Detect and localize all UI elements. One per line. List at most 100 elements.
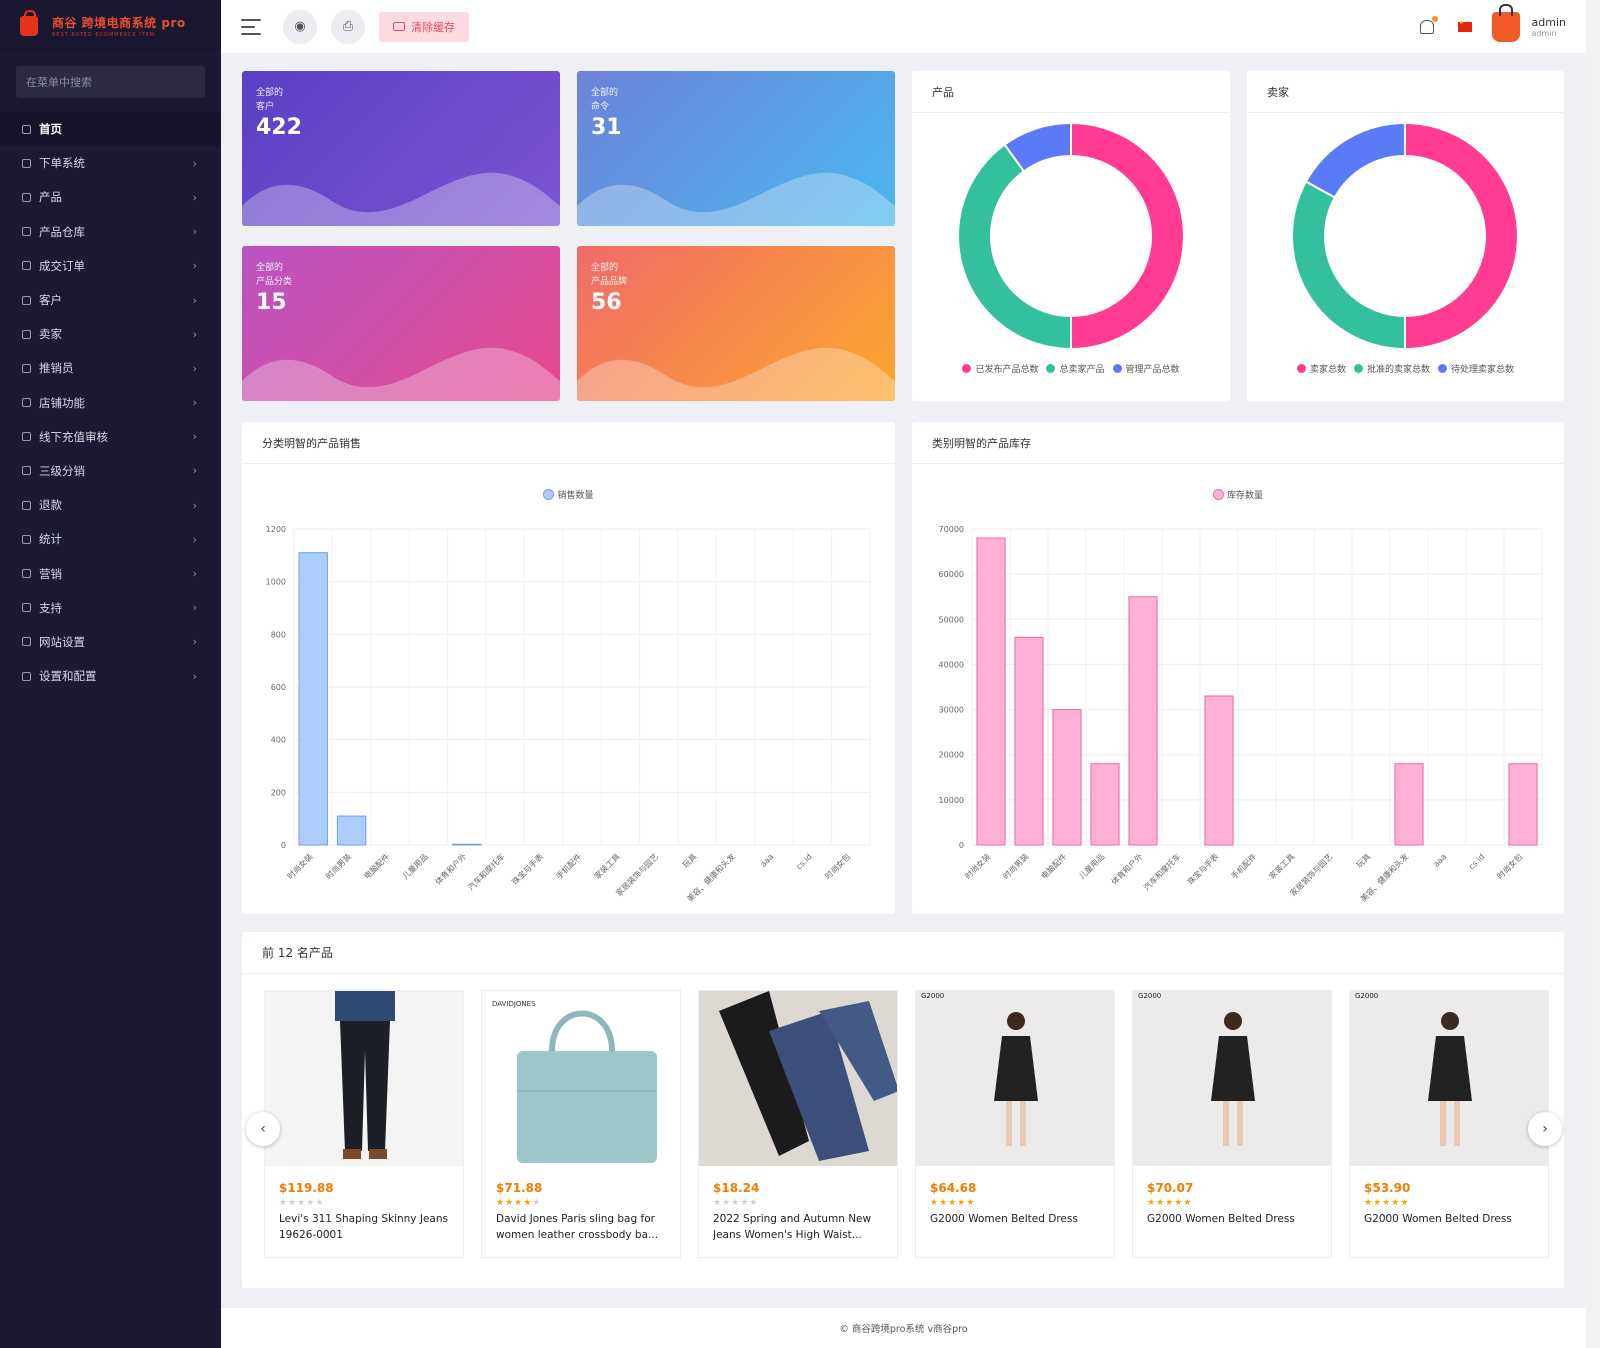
sidebar-item-label: 统计 xyxy=(39,532,62,547)
bar[interactable] xyxy=(976,537,1006,846)
product-name[interactable]: David Jones Paris sling bag for women le… xyxy=(496,1211,666,1243)
sales-bar-chart: 0 200 400 600 800 1000 1200 时尚女装 时尚男装 电脑配件 儿童用品 体育和… xyxy=(266,525,871,904)
stock-legend[interactable]: 库存数量 xyxy=(912,488,1564,501)
sales-legend[interactable]: 销售数量 xyxy=(242,488,895,501)
sidebar-item[interactable]: 支持 › xyxy=(0,591,221,625)
legend-item[interactable]: 待处理卖家总数 xyxy=(1438,362,1514,375)
sidebar-item[interactable]: 三级分销 › xyxy=(0,454,221,488)
product-card[interactable]: G2000 $53.90 ★★★★★ G2000 Women Belted Dr… xyxy=(1349,990,1549,1258)
clear-cache-button[interactable]: 清除缓存 xyxy=(379,11,469,42)
product-image[interactable] xyxy=(699,991,897,1166)
sidebar-item[interactable]: 产品仓库 › xyxy=(0,215,221,249)
products-donut-chart xyxy=(957,121,1185,351)
home-icon xyxy=(22,124,31,134)
product-image[interactable]: DAVIDJONES xyxy=(482,991,680,1166)
sidebar-item[interactable]: 网站设置 › xyxy=(0,625,221,659)
print-button[interactable]: ⎙ xyxy=(331,9,365,44)
globe-icon: ◉ xyxy=(294,19,306,34)
sidebar-menu: 首页 下单系统 › 产品 › 产品仓库 › 成交订单 › 客户 › 卖家 › 推销员 › 店铺… xyxy=(0,112,221,693)
sidebar-item[interactable]: 推销员 › xyxy=(0,351,221,385)
product-image[interactable]: G2000 xyxy=(1133,991,1331,1166)
sidebar-item[interactable]: 退款 › xyxy=(0,488,221,522)
y-tick-label: 10000 xyxy=(939,796,964,805)
stat-card-orders: 全部的 命令 31 xyxy=(577,71,895,226)
product-name[interactable]: G2000 Women Belted Dress xyxy=(1364,1211,1534,1243)
y-tick-label: 1000 xyxy=(266,578,286,587)
carousel-prev-button[interactable]: ‹ xyxy=(246,1112,280,1146)
donut-slice[interactable] xyxy=(1291,180,1406,351)
x-tick-label: 汽车和摩托车 xyxy=(466,851,507,892)
stat-label-line1: 全部的 xyxy=(256,88,284,98)
bar[interactable] xyxy=(1204,695,1234,846)
bar[interactable] xyxy=(1394,763,1424,846)
user-menu[interactable]: admin admin xyxy=(1532,16,1566,38)
product-image[interactable]: G2000 xyxy=(1350,991,1548,1166)
product-card[interactable]: $119.88 ★★★★★ Levi's 311 Shaping Skinny … xyxy=(264,990,464,1258)
legend-item[interactable]: 管理产品总数 xyxy=(1112,362,1180,375)
bar[interactable] xyxy=(1052,709,1082,846)
legend-item[interactable]: 批准的卖家总数 xyxy=(1353,362,1430,375)
donut-slice[interactable] xyxy=(957,143,1072,351)
china-flag-icon[interactable] xyxy=(1457,19,1472,32)
legend-item[interactable]: 卖家总数 xyxy=(1296,362,1346,375)
stat-value: 56 xyxy=(591,290,622,315)
product-card[interactable]: $18.24 ★★★★★ 2022 Spring and Autumn New … xyxy=(698,990,898,1258)
bar[interactable] xyxy=(1014,636,1044,846)
stat-label-line2: 产品分类 xyxy=(256,277,293,287)
sidebar-item[interactable]: 统计 › xyxy=(0,522,221,556)
bar[interactable] xyxy=(336,815,367,846)
sidebar-item[interactable]: 卖家 › xyxy=(0,317,221,351)
chevron-right-icon: › xyxy=(192,190,197,204)
sidebar-item[interactable]: 产品 › xyxy=(0,180,221,214)
donut-slice[interactable] xyxy=(1304,121,1406,199)
bar[interactable] xyxy=(452,843,482,846)
stat-card-customers: 全部的 客户 422 xyxy=(242,71,560,226)
donut-slice[interactable] xyxy=(1404,121,1519,351)
donut-slice[interactable] xyxy=(1070,121,1185,351)
legend-item[interactable]: 已发布产品总数 xyxy=(962,362,1038,375)
sidebar-item[interactable]: 首页 xyxy=(0,112,221,147)
page-scrollbar[interactable] xyxy=(1586,0,1600,1348)
y-tick-label: 20000 xyxy=(939,751,964,760)
product-image[interactable]: G2000 xyxy=(916,991,1114,1166)
product-card[interactable]: DAVIDJONES $71.88 ★★★★★ David Jones Pari… xyxy=(481,990,681,1258)
sidebar-item[interactable]: 线下充值审核 › xyxy=(0,420,221,454)
legend-label: 已发布产品总数 xyxy=(975,365,1039,375)
sidebar-item[interactable]: 客户 › xyxy=(0,283,221,317)
sidebar-item[interactable]: 店铺功能 › xyxy=(0,386,221,420)
chevron-right-icon: › xyxy=(192,396,197,410)
sidebar-item[interactable]: 设置和配置 › xyxy=(0,659,221,693)
product-name[interactable]: 2022 Spring and Autumn New Jeans Women's… xyxy=(713,1211,883,1243)
product-name[interactable]: G2000 Women Belted Dress xyxy=(1147,1211,1317,1243)
sidebar-item[interactable]: 成交订单 › xyxy=(0,249,221,283)
hamburger-menu-icon[interactable] xyxy=(241,18,261,35)
carousel-next-button[interactable]: › xyxy=(1528,1112,1562,1146)
cart-icon xyxy=(22,192,31,202)
bar[interactable] xyxy=(1128,596,1158,846)
sidebar-item[interactable]: 下单系统 › xyxy=(0,146,221,180)
product-image[interactable] xyxy=(265,991,463,1166)
x-tick-label: 时尚女装 xyxy=(963,851,993,881)
bar[interactable] xyxy=(1508,763,1538,846)
bar[interactable] xyxy=(1090,763,1120,846)
megaphone-icon xyxy=(22,569,31,579)
stat-card-brands: 全部的 产品品牌 56 xyxy=(577,246,895,401)
menu-search-input[interactable]: 在菜单中搜索 xyxy=(16,66,205,98)
legend-item[interactable]: 总卖家产品 xyxy=(1046,362,1105,375)
sales-bar-panel: 分类明智的产品销售 销售数量 0 200 400 600 800 1000 1200 时尚女装… xyxy=(242,422,895,914)
bar[interactable] xyxy=(298,552,328,846)
notification-bell-icon[interactable] xyxy=(1419,15,1438,34)
product-name[interactable]: Levi's 311 Shaping Skinny Jeans 19626-00… xyxy=(279,1211,449,1243)
brand[interactable]: 商谷 跨境电商系统 pro BEST RATED ECOMMERCE ITEM xyxy=(0,0,221,52)
wave-decoration xyxy=(242,347,560,401)
svg-text:G2000: G2000 xyxy=(1138,992,1161,1000)
product-card[interactable]: G2000 $70.07 ★★★★★ G2000 Women Belted Dr… xyxy=(1132,990,1332,1258)
x-tick-label: aaa xyxy=(759,852,776,869)
y-tick-label: 40000 xyxy=(939,660,964,669)
sidebar-item[interactable]: 营销 › xyxy=(0,556,221,590)
product-name[interactable]: G2000 Women Belted Dress xyxy=(930,1211,1100,1243)
product-card[interactable]: G2000 $64.68 ★★★★★ G2000 Women Belted Dr… xyxy=(915,990,1115,1258)
globe-button[interactable]: ◉ xyxy=(283,9,317,44)
sellers-donut-panel: 卖家 卖家总数 批准的卖家总数 待处理卖家总数 xyxy=(1247,71,1564,401)
avatar[interactable] xyxy=(1491,3,1520,42)
